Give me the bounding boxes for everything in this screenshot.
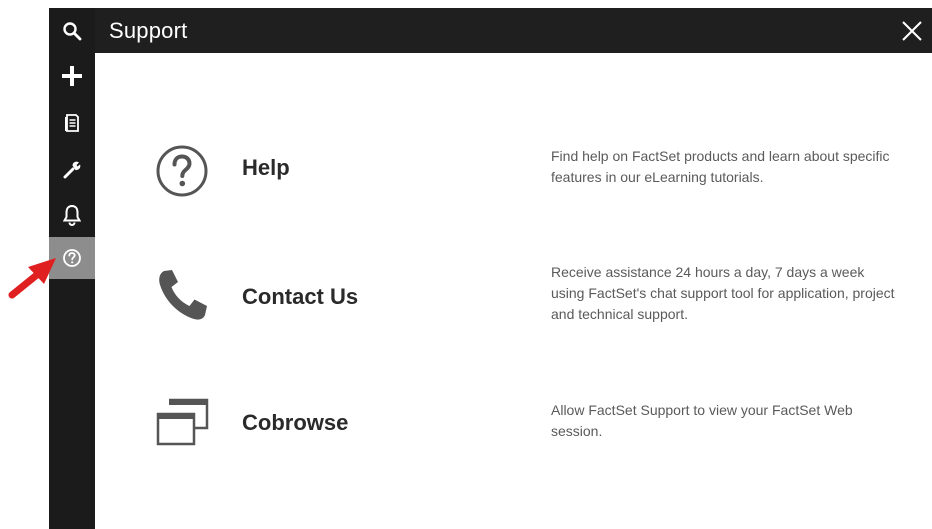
sidebar-documents-button[interactable] [49,102,95,144]
help-icon [63,249,81,267]
help-circle-icon [156,145,208,197]
panel-title: Support [109,18,188,43]
support-option-description: Find help on FactSet products and learn … [551,148,890,185]
support-option-description: Receive assistance 24 hours a day, 7 day… [551,264,895,322]
support-option-contact-us[interactable]: Contact Us Receive assistance 24 hours a… [95,253,932,343]
close-icon [902,21,922,41]
bell-icon [62,204,82,226]
sidebar-search-button[interactable] [49,10,95,52]
support-option-cobrowse[interactable]: Cobrowse Allow FactSet Support to view y… [95,388,932,458]
panel-header: Support [95,8,932,53]
red-arrow-icon [8,258,56,299]
support-option-help[interactable]: Help Find help on FactSet products and l… [95,133,932,213]
sidebar-tools-button[interactable] [49,148,95,190]
support-option-title: Contact Us [242,284,359,309]
plus-icon [62,66,82,86]
support-panel: Help Find help on FactSet products and l… [95,53,932,529]
sidebar-add-button[interactable] [49,55,95,97]
search-icon [63,22,82,41]
sidebar-notifications-button[interactable] [49,194,95,236]
close-button[interactable] [898,17,926,45]
phone-icon [159,270,207,320]
support-option-title: Cobrowse [242,410,349,435]
wrench-icon [63,161,81,179]
cobrowse-windows-icon [156,398,209,446]
document-icon [65,114,79,132]
support-option-title: Help [242,155,290,180]
support-option-description: Allow FactSet Support to view your FactS… [551,402,853,439]
